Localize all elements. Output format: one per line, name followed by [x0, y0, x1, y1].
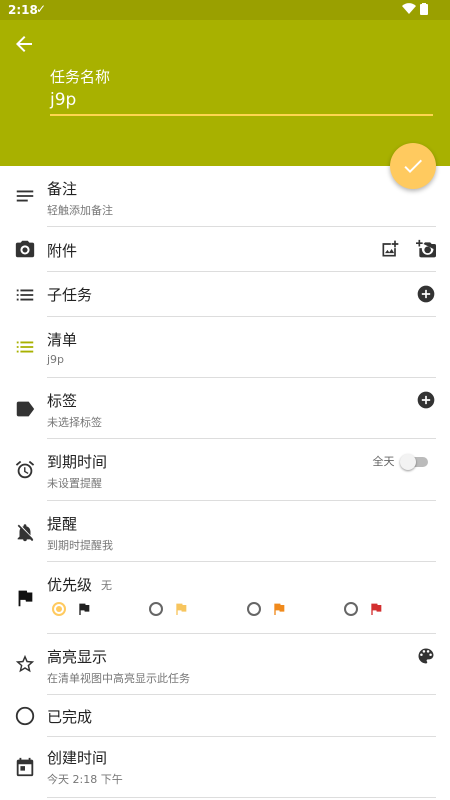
- list-icon: [16, 341, 34, 353]
- status-bar: 2:18 ✓: [0, 0, 450, 20]
- add-tag-icon[interactable]: [416, 390, 436, 410]
- due-date-title: 到期时间: [47, 453, 108, 471]
- created-subtitle: 今天 2:18 下午: [47, 773, 123, 786]
- circle-outline-icon[interactable]: [14, 705, 36, 727]
- add-subtask-icon[interactable]: [416, 284, 436, 304]
- attachments-title: 附件: [47, 242, 78, 260]
- check-icon: ✓: [36, 2, 47, 16]
- due-date-subtitle: 未设置提醒: [47, 477, 102, 490]
- attachments-row: 附件: [0, 227, 450, 272]
- priority-radio[interactable]: [247, 602, 261, 616]
- list-bulleted-icon: [16, 289, 34, 301]
- reminder-row[interactable]: 提醒 到期时提醒我: [0, 501, 450, 562]
- subtasks-row[interactable]: 子任务: [0, 272, 450, 317]
- wifi-icon: [402, 3, 417, 15]
- calendar-icon: [16, 757, 34, 777]
- priority-flag-yellow-icon: [176, 603, 187, 615]
- created-row: 创建时间 今天 2:18 下午: [0, 737, 450, 798]
- tags-subtitle: 未选择标签: [47, 416, 102, 429]
- priority-radio[interactable]: [149, 602, 163, 616]
- list-row[interactable]: 清单 j9p: [0, 317, 450, 378]
- priority-flag-orange-icon: [274, 603, 285, 615]
- palette-icon[interactable]: [416, 646, 436, 666]
- priority-flag-black-icon: [79, 603, 90, 615]
- completed-row[interactable]: 已完成: [0, 695, 450, 737]
- all-day-control: 全天: [372, 453, 428, 470]
- highlight-row[interactable]: 高亮显示 在清单视图中高亮显示此任务: [0, 634, 450, 695]
- reminder-subtitle: 到期时提醒我: [47, 539, 113, 552]
- priority-radio[interactable]: [344, 602, 358, 616]
- checkmark-icon: [404, 159, 422, 173]
- star-outline-icon: [15, 654, 35, 673]
- task-name-input[interactable]: j9p: [50, 90, 433, 116]
- notes-icon: [16, 190, 34, 202]
- highlight-title: 高亮显示: [47, 648, 108, 666]
- list-subtitle: j9p: [47, 353, 65, 366]
- priority-flag-red-icon: [371, 603, 382, 615]
- camera-icon: [15, 240, 35, 258]
- all-day-toggle[interactable]: [400, 454, 428, 470]
- add-photo-icon[interactable]: [416, 239, 436, 259]
- created-title: 创建时间: [47, 749, 108, 767]
- reminder-title: 提醒: [47, 515, 78, 533]
- save-button[interactable]: [390, 143, 436, 189]
- list-title: 清单: [47, 331, 78, 349]
- completed-title: 已完成: [47, 708, 93, 726]
- back-arrow-icon[interactable]: [12, 32, 36, 56]
- all-day-label: 全天: [372, 455, 395, 468]
- add-image-icon[interactable]: [380, 239, 400, 259]
- notes-title: 备注: [47, 180, 78, 198]
- battery-icon: [420, 3, 428, 15]
- priority-title: 优先级: [47, 576, 93, 594]
- notes-row[interactable]: 备注 轻触添加备注: [0, 166, 450, 227]
- tags-title: 标签: [47, 392, 78, 410]
- notes-subtitle: 轻触添加备注: [47, 204, 113, 217]
- priority-radio[interactable]: [52, 602, 66, 616]
- priority-row: 优先级 无: [0, 562, 450, 634]
- due-date-row[interactable]: 到期时间 未设置提醒 全天: [0, 439, 450, 501]
- notifications-off-icon: [17, 524, 34, 542]
- alarm-icon: [15, 460, 35, 479]
- task-header: 任务名称 j9p: [0, 20, 450, 166]
- task-name-label: 任务名称: [50, 68, 111, 86]
- highlight-subtitle: 在清单视图中高亮显示此任务: [47, 672, 190, 685]
- flag-icon: [18, 590, 33, 607]
- priority-value: 无: [101, 579, 112, 592]
- status-time: 2:18: [8, 3, 38, 17]
- subtasks-title: 子任务: [47, 286, 93, 304]
- tag-icon: [16, 401, 35, 417]
- tags-row[interactable]: 标签 未选择标签: [0, 378, 450, 439]
